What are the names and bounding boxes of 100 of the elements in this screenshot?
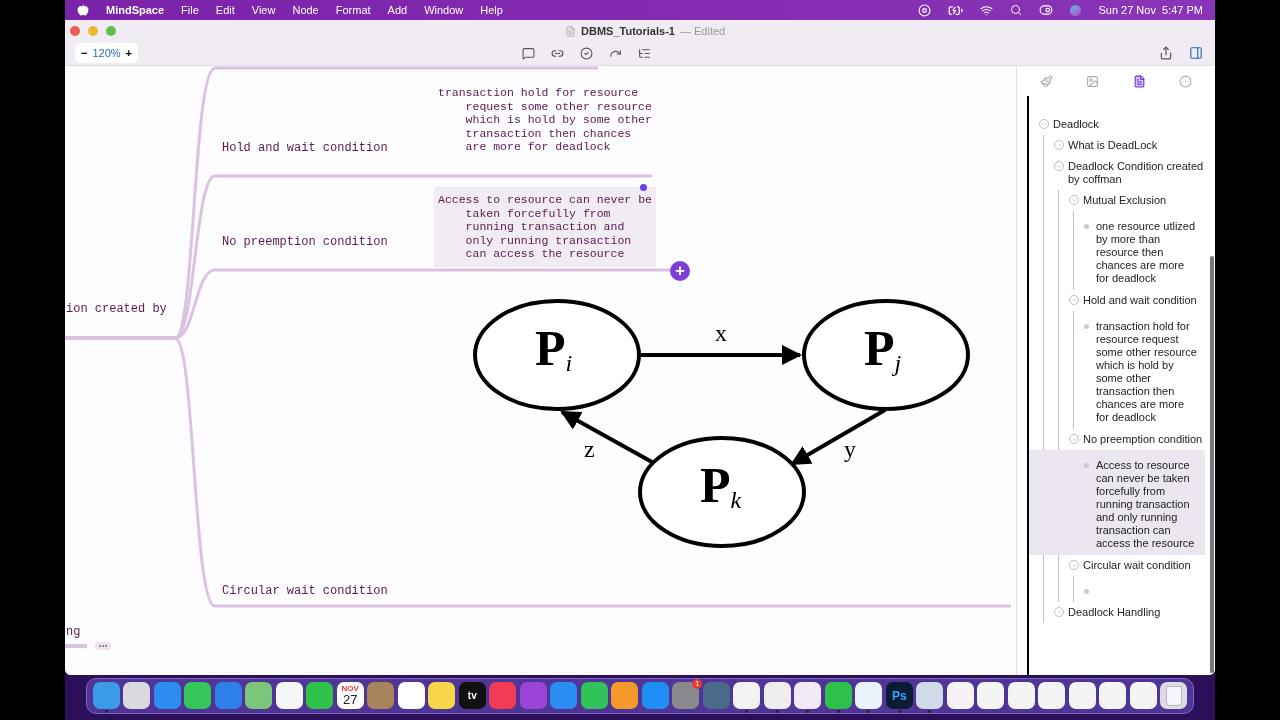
- outline-item[interactable]: Deadlock Handling: [1054, 602, 1205, 623]
- app-icon[interactable]: [824, 682, 852, 709]
- app-menu[interactable]: MindSpace: [106, 1, 165, 19]
- add-topic-button[interactable]: +: [670, 261, 690, 281]
- record-icon[interactable]: [918, 3, 932, 17]
- topic-text: Circular wait condition: [1083, 559, 1191, 572]
- app-icon[interactable]: [611, 682, 639, 709]
- app-icon[interactable]: [123, 682, 151, 709]
- app-icon[interactable]: [184, 682, 212, 709]
- menu-item[interactable]: Format: [335, 1, 371, 19]
- outline-note[interactable]: Access to resource can never be taken forcefully from running transaction and only running transaction can access the resource: [1029, 450, 1205, 555]
- close-button[interactable]: [70, 25, 80, 36]
- task-icon[interactable]: [580, 46, 593, 60]
- app-icon[interactable]: tv: [458, 682, 486, 709]
- app-icon[interactable]: Ps: [885, 682, 913, 709]
- menu-item[interactable]: View: [251, 1, 276, 19]
- outline-note[interactable]: transaction hold for resource request some other resource which is hold by some other transaction then chances are more for deadlock: [1029, 311, 1205, 429]
- more-icon[interactable]: [95, 642, 111, 650]
- edited-status: — Edited: [679, 24, 726, 39]
- topic-text[interactable]: ng: [66, 623, 81, 641]
- menu-item[interactable]: Help: [480, 1, 503, 19]
- topic-text[interactable]: No preemption condition: [222, 233, 388, 251]
- note-text: one resource utlized by more than resource then chances are more for deadlock: [1096, 220, 1197, 285]
- process-label: P$_{i}$: [535, 320, 573, 376]
- topic-text: What is DeadLock: [1068, 139, 1158, 152]
- outline-item[interactable]: Circular wait condition: [1069, 555, 1205, 576]
- process-label: P$_{k}$: [700, 457, 742, 513]
- app-icon[interactable]: [428, 682, 456, 709]
- siri-icon[interactable]: [1070, 4, 1082, 16]
- comment-icon[interactable]: [522, 46, 535, 60]
- outline-item[interactable]: Deadlock Condition created by coffman: [1054, 156, 1205, 190]
- note-text[interactable]: transaction hold for resource request some other resource which is hold by some other transaction then chances are more for deadlock: [434, 80, 656, 160]
- outline-item[interactable]: Hold and wait condition: [1069, 290, 1205, 311]
- calendar-month: NOV: [341, 684, 359, 693]
- menu-item[interactable]: Node: [292, 1, 319, 19]
- topic-text: Deadlock Handling: [1068, 606, 1161, 619]
- topic-text[interactable]: ion created by: [66, 300, 167, 318]
- control-center-icon[interactable]: [1039, 3, 1054, 17]
- edge-label: x: [715, 320, 727, 346]
- app-icon[interactable]: [733, 682, 761, 709]
- clock[interactable]: Sun 27 Nov 5:47 PM: [1098, 1, 1203, 19]
- app-icon[interactable]: [1038, 682, 1066, 709]
- window-title: DBMS_Tutorials-1: [581, 24, 675, 39]
- scrollbar[interactable]: [1210, 256, 1214, 673]
- app-label: Ps: [891, 687, 907, 705]
- app-icon[interactable]: [1007, 682, 1035, 709]
- share-icon[interactable]: [1159, 46, 1173, 61]
- app-icon[interactable]: [580, 682, 608, 709]
- app-icon[interactable]: [855, 682, 883, 709]
- app-icon[interactable]: [397, 682, 425, 709]
- app-icon[interactable]: [1068, 682, 1096, 709]
- menu-item[interactable]: Window: [424, 1, 464, 19]
- topic-text[interactable]: Hold and wait condition: [222, 139, 388, 157]
- outline-note[interactable]: one resource utlized by more than resource then chances are more for deadlock: [1029, 211, 1205, 290]
- bullet-icon: [1084, 224, 1089, 229]
- topic-text[interactable]: Circular wait condition: [222, 582, 388, 600]
- outline-item[interactable]: Mutual Exclusion: [1069, 190, 1205, 211]
- app-icon[interactable]: [1160, 682, 1188, 709]
- more-tab[interactable]: [1177, 72, 1195, 90]
- app-icon[interactable]: [916, 682, 944, 709]
- zoom-out-button[interactable]: −: [81, 45, 88, 62]
- document-icon: [565, 25, 576, 37]
- calendar-day: 27: [343, 693, 358, 707]
- note-text: Access to resource can never be taken forcefully from running transaction and only running transaction can access the resource: [1096, 459, 1196, 550]
- topic-text: Deadlock Condition created by coffman: [1068, 160, 1205, 186]
- wifi-icon[interactable]: [980, 3, 994, 17]
- note-text[interactable]: Access to resource can never be taken forcefully from running transaction and only running transaction can access the resource: [434, 187, 656, 267]
- zoom-in-button[interactable]: +: [125, 45, 132, 62]
- menu-item[interactable]: Add: [387, 1, 408, 19]
- app-icon[interactable]: [763, 682, 791, 709]
- edge-label: z: [584, 436, 595, 462]
- topic-text: Deadlock: [1053, 118, 1099, 131]
- topic-text: Hold and wait condition: [1083, 294, 1197, 307]
- app-label: tv: [467, 689, 477, 703]
- menu-item[interactable]: File: [181, 1, 199, 19]
- app-icon[interactable]: [977, 682, 1005, 709]
- app-icon[interactable]: NOV 27: [336, 682, 364, 709]
- outline-item[interactable]: What is DeadLock: [1054, 135, 1205, 156]
- outline-item[interactable]: No preemption condition: [1069, 429, 1205, 450]
- app-icon[interactable]: [245, 682, 273, 709]
- app-icon[interactable]: [946, 682, 974, 709]
- selection-handle[interactable]: [640, 184, 647, 191]
- app-icon[interactable]: [275, 682, 303, 709]
- bullet-icon: [1084, 463, 1089, 468]
- edge-label: y: [844, 436, 856, 462]
- apple-icon[interactable]: [77, 4, 89, 16]
- outline-item[interactable]: Deadlock: [1039, 114, 1205, 135]
- process-label: P$_{j}$: [864, 320, 902, 376]
- topic-text: No preemption condition: [1083, 433, 1203, 446]
- app-icon[interactable]: [794, 682, 822, 709]
- bullet-icon: [1084, 324, 1089, 329]
- app-icon[interactable]: [306, 682, 334, 709]
- app-icon[interactable]: [1099, 682, 1127, 709]
- outline-icon[interactable]: [638, 46, 651, 60]
- zoom-level: 120%: [92, 46, 121, 61]
- menu-item[interactable]: Edit: [215, 1, 235, 19]
- style-tab[interactable]: [1037, 72, 1055, 90]
- search-icon[interactable]: [1010, 4, 1023, 16]
- sidebar-toggle-icon[interactable]: [1189, 46, 1203, 61]
- app-icon[interactable]: [1129, 682, 1157, 709]
